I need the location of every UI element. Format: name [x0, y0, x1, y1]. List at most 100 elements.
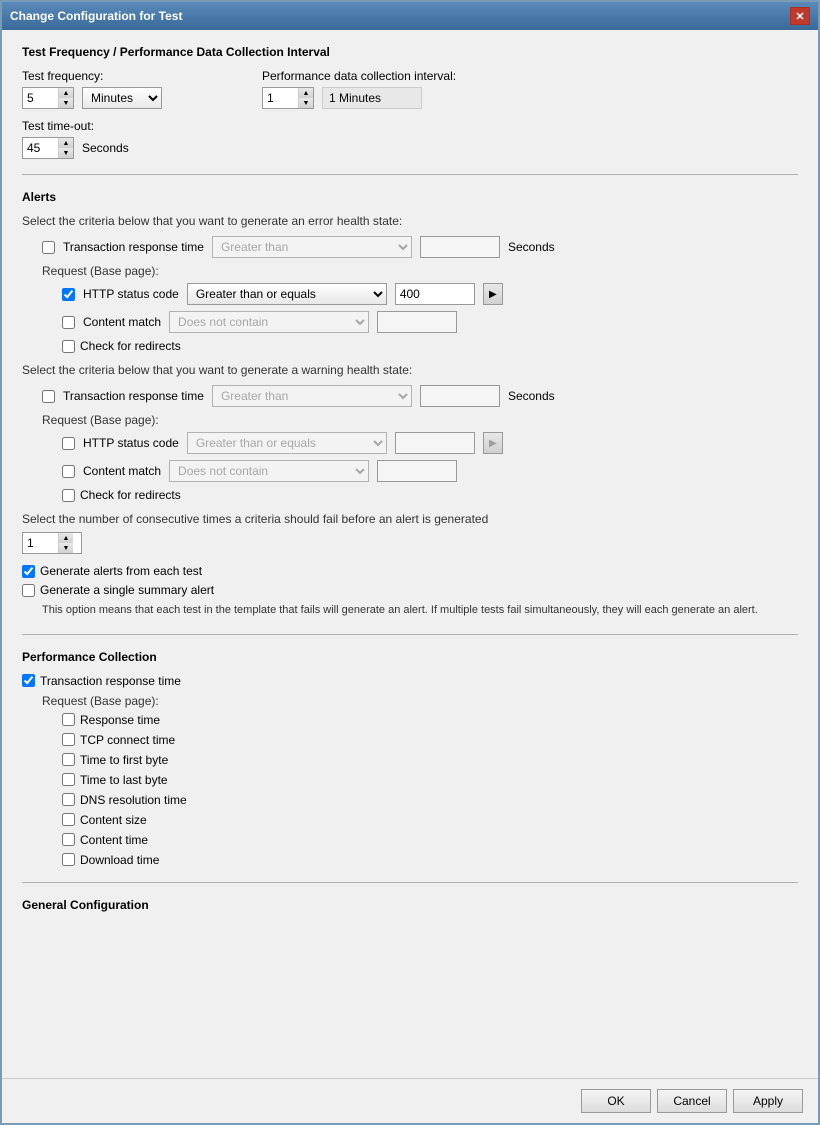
performance-section: Performance Collection Transaction respo… — [22, 650, 798, 867]
perf-content-time-checkbox[interactable] — [62, 833, 75, 846]
footer-buttons: OK Cancel Apply — [2, 1078, 818, 1123]
perf-interval-input[interactable]: 1 — [263, 88, 298, 108]
frequency-unit-select[interactable]: Minutes Seconds Hours — [82, 87, 162, 109]
error-content-checkbox[interactable] — [62, 316, 75, 329]
perf-time-last-byte-row: Time to last byte — [62, 773, 798, 787]
error-request-group: Request (Base page): HTTP status code Gr… — [22, 264, 798, 353]
performance-section-title: Performance Collection — [22, 650, 798, 664]
perf-download-time-checkbox[interactable] — [62, 853, 75, 866]
generate-summary-checkbox[interactable] — [22, 584, 35, 597]
error-transaction-unit: Seconds — [508, 240, 555, 254]
generate-each-row: Generate alerts from each test — [22, 564, 798, 578]
perf-response-time-checkbox[interactable] — [62, 713, 75, 726]
consecutive-spinbox[interactable]: 1 ▲ ▼ — [22, 532, 82, 554]
main-window: Change Configuration for Test ✕ Test Fre… — [0, 0, 820, 1125]
frequency-section-title: Test Frequency / Performance Data Collec… — [22, 45, 798, 59]
perf-dns-resolution-row: DNS resolution time — [62, 793, 798, 807]
timeout-up-btn[interactable]: ▲ — [59, 138, 73, 148]
perf-download-time-label: Download time — [80, 853, 159, 867]
perf-transaction-row: Transaction response time — [22, 674, 798, 688]
apply-button[interactable]: Apply — [733, 1089, 803, 1113]
error-redirects-checkbox[interactable] — [62, 340, 75, 353]
timeout-input[interactable]: 45 — [23, 138, 58, 158]
consecutive-up-btn[interactable]: ▲ — [59, 533, 73, 543]
generate-each-label: Generate alerts from each test — [40, 564, 202, 578]
frequency-input[interactable]: 5 — [23, 88, 58, 108]
error-http-operator[interactable]: Greater than Greater than or equals Less… — [187, 283, 387, 305]
error-http-checkbox[interactable] — [62, 288, 75, 301]
info-text: This option means that each test in the … — [22, 602, 798, 619]
error-transaction-checkbox[interactable] — [42, 241, 55, 254]
generate-each-checkbox[interactable] — [22, 565, 35, 578]
perf-content-size-checkbox[interactable] — [62, 813, 75, 826]
close-button[interactable]: ✕ — [790, 7, 810, 25]
error-criteria-label: Select the criteria below that you want … — [22, 214, 798, 228]
consecutive-group: Select the number of consecutive times a… — [22, 512, 798, 554]
warning-content-label: Content match — [83, 464, 161, 478]
perf-content-size-row: Content size — [62, 813, 798, 827]
warning-redirects-checkbox[interactable] — [62, 489, 75, 502]
perf-interval-group: Performance data collection interval: 1 … — [262, 69, 456, 109]
warning-content-row: Content match Does not contain Contains … — [42, 460, 798, 482]
consecutive-down-btn[interactable]: ▼ — [59, 543, 73, 553]
error-transaction-label: Transaction response time — [63, 240, 204, 254]
perf-time-last-byte-label: Time to last byte — [80, 773, 168, 787]
perf-dns-resolution-checkbox[interactable] — [62, 793, 75, 806]
warning-content-operator[interactable]: Does not contain Contains Equals — [169, 460, 369, 482]
frequency-spinbox[interactable]: 5 ▲ ▼ — [22, 87, 74, 109]
consecutive-input[interactable]: 1 — [23, 533, 58, 553]
perf-interval-spinbox-btns: ▲ ▼ — [298, 88, 313, 108]
frequency-down-btn[interactable]: ▼ — [59, 98, 73, 108]
timeout-down-btn[interactable]: ▼ — [59, 148, 73, 158]
warning-transaction-unit: Seconds — [508, 389, 555, 403]
warning-transaction-checkbox[interactable] — [42, 390, 55, 403]
perf-interval-label: Performance data collection interval: — [262, 69, 456, 83]
error-http-alert-btn[interactable]: ▶ — [483, 283, 503, 305]
cancel-button[interactable]: Cancel — [657, 1089, 727, 1113]
generate-summary-row: Generate a single summary alert — [22, 583, 798, 597]
perf-content-time-row: Content time — [62, 833, 798, 847]
perf-interval-down-btn[interactable]: ▼ — [299, 98, 313, 108]
warning-http-value[interactable] — [395, 432, 475, 454]
warning-http-alert-btn[interactable]: ▶ — [483, 432, 503, 454]
warning-transaction-value[interactable] — [420, 385, 500, 407]
perf-transaction-checkbox[interactable] — [22, 674, 35, 687]
scroll-area: Test Frequency / Performance Data Collec… — [2, 30, 818, 1078]
perf-tcp-connect-row: TCP connect time — [62, 733, 798, 747]
perf-transaction-label: Transaction response time — [40, 674, 181, 688]
warning-content-value[interactable] — [377, 460, 457, 482]
consecutive-label: Select the number of consecutive times a… — [22, 512, 798, 526]
perf-tcp-connect-checkbox[interactable] — [62, 733, 75, 746]
perf-interval-spinbox[interactable]: 1 ▲ ▼ — [262, 87, 314, 109]
error-request-label: Request (Base page): — [42, 264, 798, 278]
error-content-value[interactable] — [377, 311, 457, 333]
warning-content-checkbox[interactable] — [62, 465, 75, 478]
perf-content-size-label: Content size — [80, 813, 147, 827]
error-content-operator[interactable]: Does not contain Contains Equals — [169, 311, 369, 333]
error-transaction-value[interactable] — [420, 236, 500, 258]
warning-transaction-operator[interactable]: Greater than Greater than or equals Less… — [212, 385, 412, 407]
timeout-spinbox-btns: ▲ ▼ — [58, 138, 73, 158]
error-transaction-operator[interactable]: Greater than Greater than or equals Less… — [212, 236, 412, 258]
warning-transaction-row: Transaction response time Greater than G… — [22, 385, 798, 407]
perf-content-time-label: Content time — [80, 833, 148, 847]
perf-time-first-byte-checkbox[interactable] — [62, 753, 75, 766]
frequency-up-btn[interactable]: ▲ — [59, 88, 73, 98]
error-http-value[interactable] — [395, 283, 475, 305]
general-section-title: General Configuration — [22, 898, 798, 912]
perf-response-time-label: Response time — [80, 713, 160, 727]
alerts-title: Alerts — [22, 190, 798, 204]
timeout-spinbox[interactable]: 45 ▲ ▼ — [22, 137, 74, 159]
warning-request-group: Request (Base page): HTTP status code Gr… — [22, 413, 798, 502]
divider-2 — [22, 634, 798, 635]
perf-time-last-byte-checkbox[interactable] — [62, 773, 75, 786]
perf-download-time-row: Download time — [62, 853, 798, 867]
perf-interval-up-btn[interactable]: ▲ — [299, 88, 313, 98]
alerts-section: Alerts Select the criteria below that yo… — [22, 190, 798, 619]
divider-3 — [22, 882, 798, 883]
ok-button[interactable]: OK — [581, 1089, 651, 1113]
warning-http-checkbox[interactable] — [62, 437, 75, 450]
frequency-spinbox-btns: ▲ ▼ — [58, 88, 73, 108]
warning-http-operator[interactable]: Greater than Greater than or equals Less… — [187, 432, 387, 454]
error-redirects-row: Check for redirects — [42, 339, 798, 353]
